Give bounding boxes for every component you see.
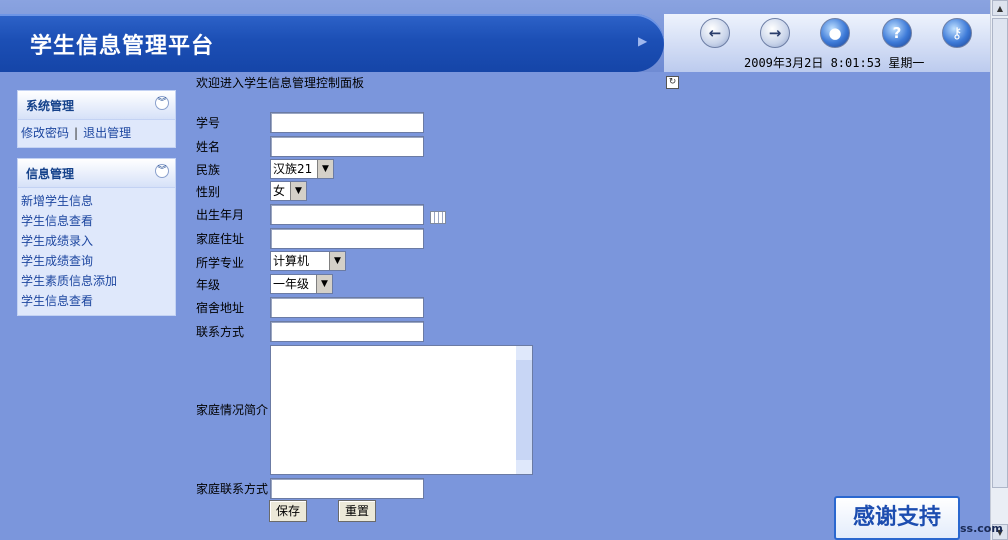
ethnicity-select[interactable]: 汉族21 ▼ bbox=[270, 159, 334, 179]
system-management-panel: 系统管理 ︾ 修改密码 | 退出管理 bbox=[17, 90, 176, 148]
student-id-label: 学号 bbox=[196, 116, 221, 130]
save-button[interactable]: 保存 bbox=[269, 500, 307, 522]
gender-label: 性别 bbox=[196, 185, 221, 199]
link-separator: | bbox=[74, 126, 79, 140]
collapse-icon[interactable]: ︾ bbox=[155, 164, 169, 178]
forward-icon[interactable]: → bbox=[760, 18, 790, 48]
info-management-panel: 信息管理 ︾ 新增学生信息 学生信息查看 学生成绩录入 学生成绩查询 学生素质信… bbox=[17, 158, 176, 316]
scroll-up-icon[interactable] bbox=[516, 346, 532, 360]
page-header: 学生信息管理平台 ▶ ← → ● ? ⚷ 2009年3月2日 8:01:53 星… bbox=[0, 0, 990, 72]
system-management-links: 修改密码 | 退出管理 bbox=[18, 120, 175, 149]
calendar-icon[interactable] bbox=[430, 211, 446, 224]
logout-link[interactable]: 退出管理 bbox=[83, 126, 131, 140]
chevron-down-icon[interactable]: ▼ bbox=[290, 182, 306, 200]
dorm-input[interactable] bbox=[270, 297, 424, 318]
birth-input[interactable] bbox=[270, 204, 424, 225]
chevron-down-icon[interactable]: ▼ bbox=[317, 160, 333, 178]
grade-select[interactable]: 一年级 ▼ bbox=[270, 274, 333, 294]
scroll-down-icon[interactable] bbox=[516, 460, 532, 474]
change-password-link[interactable]: 修改密码 bbox=[21, 126, 69, 140]
address-label: 家庭住址 bbox=[196, 232, 245, 246]
welcome-text: 欢迎进入学生信息管理控制面板 bbox=[196, 76, 365, 90]
scroll-up-icon[interactable]: ▲ bbox=[992, 0, 1008, 16]
grade-selected-value: 一年级 bbox=[273, 277, 310, 291]
refresh-icon[interactable]: ↻ bbox=[666, 76, 679, 89]
sidebar-item-add-quality-info[interactable]: 学生素质信息添加 bbox=[21, 271, 172, 291]
domain-fragment: ss.com bbox=[960, 522, 1003, 535]
dorm-label: 宿舍地址 bbox=[196, 301, 245, 315]
banner-arrow-icon: ▶ bbox=[638, 34, 648, 48]
major-label: 所学专业 bbox=[196, 256, 245, 270]
collapse-icon[interactable]: ︾ bbox=[155, 96, 169, 110]
sidebar-item-query-scores[interactable]: 学生成绩查询 bbox=[21, 251, 172, 271]
back-icon[interactable]: ← bbox=[700, 18, 730, 48]
family-contact-input[interactable] bbox=[270, 478, 424, 499]
info-management-header[interactable]: 信息管理 ︾ bbox=[18, 159, 175, 188]
system-management-header[interactable]: 系统管理 ︾ bbox=[18, 91, 175, 120]
name-input[interactable] bbox=[270, 136, 424, 157]
family-intro-label: 家庭情况简介 bbox=[196, 403, 269, 417]
info-management-links: 新增学生信息 学生信息查看 学生成绩录入 学生成绩查询 学生素质信息添加 学生信… bbox=[18, 188, 175, 317]
contact-label: 联系方式 bbox=[196, 325, 245, 339]
chevron-down-icon[interactable]: ▼ bbox=[329, 252, 345, 270]
app-title: 学生信息管理平台 bbox=[30, 33, 215, 59]
family-intro-textarea[interactable] bbox=[270, 345, 533, 475]
scroll-thumb[interactable] bbox=[992, 18, 1008, 488]
panel-title: 系统管理 bbox=[26, 99, 75, 113]
reset-button[interactable]: 重置 bbox=[338, 500, 376, 522]
sidebar-item-view-student-2[interactable]: 学生信息查看 bbox=[21, 291, 172, 311]
family-contact-label: 家庭联系方式 bbox=[196, 482, 269, 496]
major-select[interactable]: 计算机 ▼ bbox=[270, 251, 346, 271]
major-selected-value: 计算机 bbox=[273, 254, 310, 268]
panel-title: 信息管理 bbox=[26, 167, 75, 181]
ethnicity-label: 民族 bbox=[196, 163, 221, 177]
student-id-input[interactable] bbox=[270, 112, 424, 133]
birth-label: 出生年月 bbox=[196, 208, 245, 222]
home-globe-icon[interactable]: ● bbox=[820, 18, 850, 48]
thanks-banner[interactable]: 感谢支持 bbox=[834, 496, 960, 540]
grade-label: 年级 bbox=[196, 278, 221, 292]
address-input[interactable] bbox=[270, 228, 424, 249]
current-datetime: 2009年3月2日 8:01:53 星期一 bbox=[744, 56, 925, 70]
ethnicity-selected-value: 汉族21 bbox=[273, 162, 313, 176]
sidebar-item-add-student[interactable]: 新增学生信息 bbox=[21, 191, 172, 211]
page-scrollbar[interactable]: ▲ ▼ bbox=[990, 0, 1008, 540]
sidebar-item-enter-scores[interactable]: 学生成绩录入 bbox=[21, 231, 172, 251]
header-toolbar: ← → ● ? ⚷ 2009年3月2日 8:01:53 星期一 bbox=[664, 14, 990, 72]
chevron-down-icon[interactable]: ▼ bbox=[316, 275, 332, 293]
key-icon[interactable]: ⚷ bbox=[942, 18, 972, 48]
textarea-scrollbar[interactable] bbox=[516, 346, 532, 474]
sidebar-item-view-student[interactable]: 学生信息查看 bbox=[21, 211, 172, 231]
title-banner: 学生信息管理平台 ▶ bbox=[0, 14, 664, 72]
name-label: 姓名 bbox=[196, 140, 221, 154]
gender-select[interactable]: 女 ▼ bbox=[270, 181, 307, 201]
help-icon[interactable]: ? bbox=[882, 18, 912, 48]
contact-input[interactable] bbox=[270, 321, 424, 342]
gender-selected-value: 女 bbox=[273, 184, 286, 198]
